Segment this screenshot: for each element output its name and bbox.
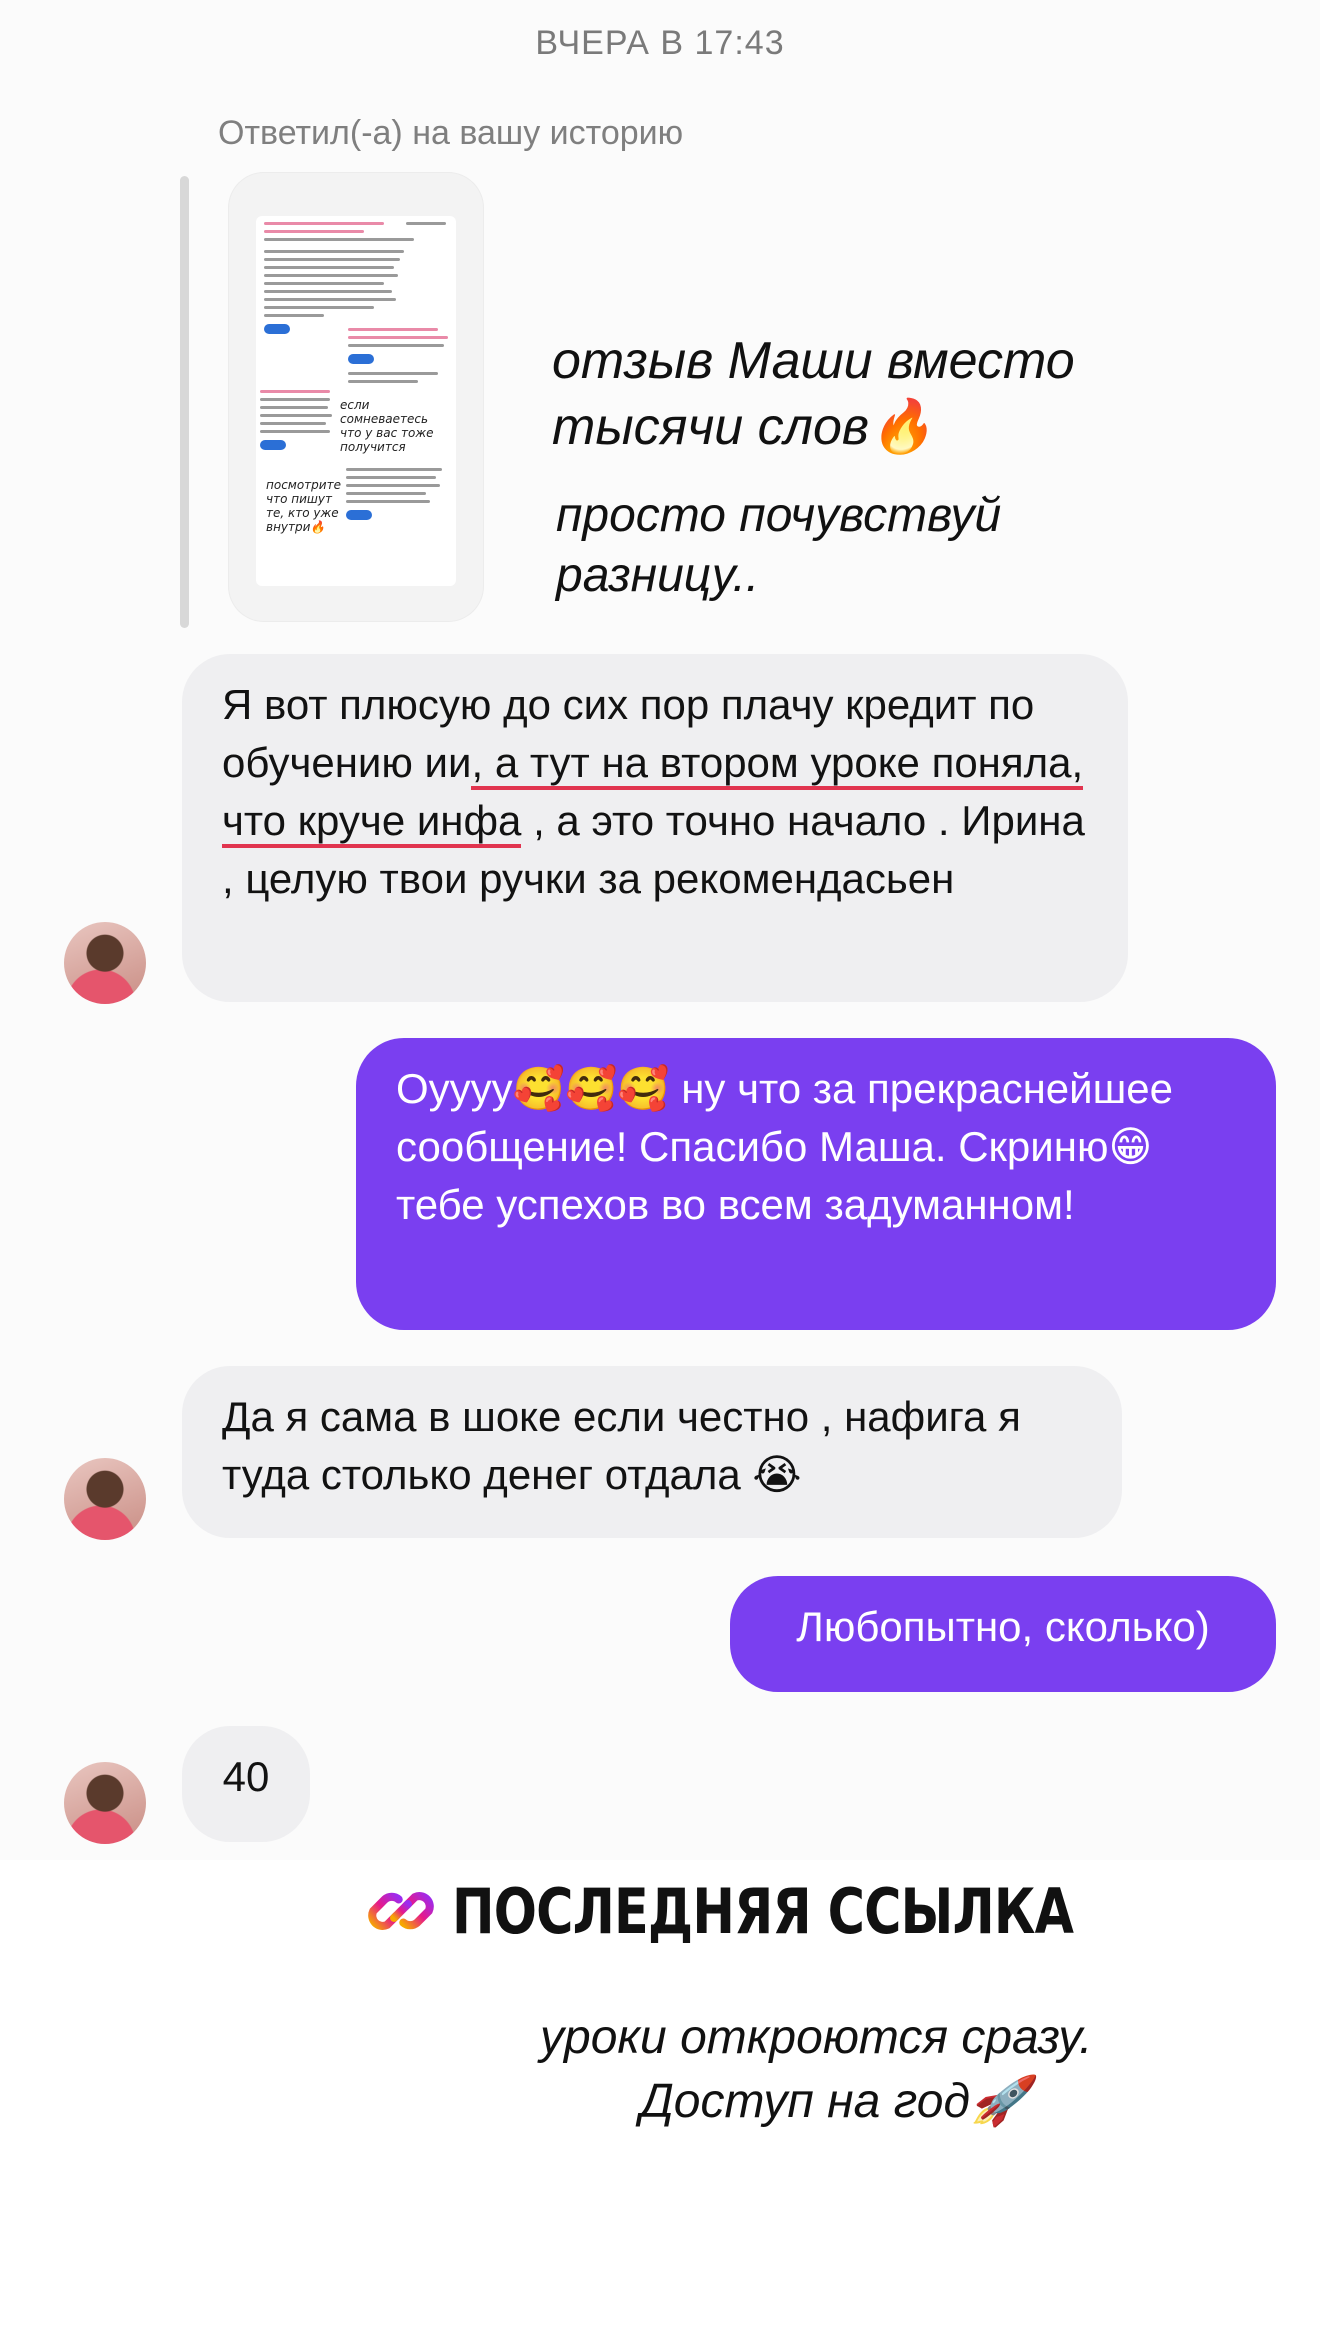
incoming-message-bubble[interactable]: 40 [182,1726,310,1842]
story-caption-line-3: просто почувствуй [556,489,1002,542]
link-sticker[interactable]: ПОСЛЕДНЯЯ ССЫЛКА [364,1866,1210,1956]
story-caption-line-4: разницу.. [556,549,760,602]
footer-line-2: Доступ на год🚀 [640,2075,1030,2128]
link-title: ПОСЛЕДНЯЯ ССЫЛКА [452,1874,1074,1948]
outgoing-message-bubble[interactable]: Любопытно, сколько) [730,1576,1276,1692]
story-caption-main: отзыв Маши вместо тысячи слов🔥 [552,328,1112,460]
sender-avatar[interactable] [64,922,146,1004]
outgoing-message-bubble[interactable]: Оуууу🥰🥰🥰 ну что за прекраснейшее сообщен… [356,1038,1276,1330]
footer-line-1: уроки откроются сразу. [540,2011,1093,2064]
incoming-message-bubble[interactable]: Да я сама в шоке если честно , нафига я … [182,1366,1122,1538]
message-timestamp: ВЧЕРА В 17:43 [535,24,785,62]
sender-avatar[interactable] [64,1458,146,1540]
story-screenshot-preview: если сомневаетесь что у вас тоже получит… [256,216,456,586]
incoming-message-bubble[interactable]: Я вот плюсую до сих пор плачу кредит по … [182,654,1128,1002]
story-reply-label: Ответил(-а) на вашу историю [218,114,684,152]
thumbnail-note-1: если сомневаетесь что у вас тоже получит… [340,398,434,454]
sender-avatar[interactable] [64,1762,146,1844]
link-icon [368,1892,434,1930]
story-thumbnail[interactable]: если сомневаетесь что у вас тоже получит… [228,172,484,622]
story-caption-secondary: просто почувствуй разницу.. [556,486,1076,606]
story-caption-line-1: отзыв Маши вместо [552,332,1075,390]
story-caption-line-2: тысячи слов🔥 [552,398,934,456]
thumbnail-note-2: посмотрите что пишут те, кто уже внутри🔥 [266,478,341,534]
reply-indicator-bar [180,176,189,628]
